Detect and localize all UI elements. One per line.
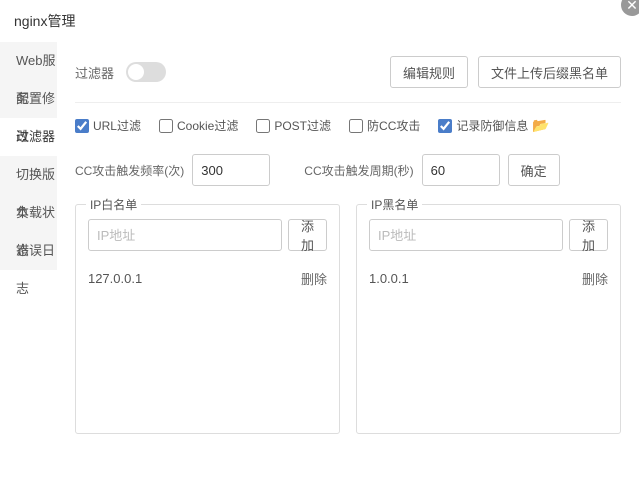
check-url-input[interactable] (75, 119, 89, 133)
check-cookie[interactable]: Cookie过滤 (159, 117, 238, 134)
check-log[interactable]: 记录防御信息 📂 (438, 117, 549, 134)
blacklist-panel: IP黑名单 添加 1.0.0.1 删除 (356, 204, 621, 434)
upload-blacklist-button[interactable]: 文件上传后缀黑名单 (478, 56, 621, 88)
whitelist-ip-value: 127.0.0.1 (88, 271, 142, 286)
sidebar-item-web[interactable]: Web服务 (0, 42, 57, 80)
list-item: 127.0.0.1 删除 (88, 261, 327, 295)
check-url-label: URL过滤 (93, 117, 141, 134)
blacklist-ip-value: 1.0.0.1 (369, 271, 409, 286)
sidebar-item-errorlog[interactable]: 错误日志 (0, 232, 57, 270)
edit-rules-button[interactable]: 编辑规则 (390, 56, 468, 88)
whitelist-title: IP白名单 (86, 196, 141, 213)
whitelist-delete-button[interactable]: 删除 (301, 269, 327, 288)
cc-freq-label: CC攻击触发频率(次) (75, 162, 184, 179)
main-panel: 过滤器 编辑规则 文件上传后缀黑名单 URL过滤 Cookie过滤 (57, 42, 639, 500)
check-log-input[interactable] (438, 119, 452, 133)
whitelist-panel: IP白名单 添加 127.0.0.1 删除 (75, 204, 340, 434)
check-cookie-input[interactable] (159, 119, 173, 133)
close-icon[interactable]: ✕ (621, 0, 639, 16)
filter-label: 过滤器 (75, 63, 114, 82)
blacklist-title: IP黑名单 (367, 196, 422, 213)
cc-freq-input[interactable] (192, 154, 270, 186)
check-post-input[interactable] (256, 119, 270, 133)
check-cc-input[interactable] (349, 119, 363, 133)
check-url[interactable]: URL过滤 (75, 117, 141, 134)
check-cc-label: 防CC攻击 (367, 117, 420, 134)
sidebar: Web服务 配置修改 过滤器 切换版本 负载状态 错误日志 (0, 42, 57, 500)
sidebar-item-load[interactable]: 负载状态 (0, 194, 57, 232)
whitelist-ip-input[interactable] (88, 219, 282, 251)
folder-icon[interactable]: 📂 (532, 117, 549, 134)
whitelist-add-button[interactable]: 添加 (288, 219, 327, 251)
cc-confirm-button[interactable]: 确定 (508, 154, 560, 186)
cc-period-label: CC攻击触发周期(秒) (304, 162, 413, 179)
blacklist-ip-input[interactable] (369, 219, 563, 251)
check-log-label: 记录防御信息 (456, 117, 528, 134)
list-item: 1.0.0.1 删除 (369, 261, 608, 295)
check-post[interactable]: POST过滤 (256, 117, 331, 134)
titlebar: nginx管理 ✕ (0, 0, 639, 42)
sidebar-item-filter[interactable]: 过滤器 (0, 118, 57, 156)
check-cc[interactable]: 防CC攻击 (349, 117, 420, 134)
blacklist-add-button[interactable]: 添加 (569, 219, 608, 251)
check-post-label: POST过滤 (274, 117, 331, 134)
blacklist-delete-button[interactable]: 删除 (582, 269, 608, 288)
sidebar-item-config[interactable]: 配置修改 (0, 80, 57, 118)
sidebar-item-version[interactable]: 切换版本 (0, 156, 57, 194)
cc-period-input[interactable] (422, 154, 500, 186)
filter-toggle[interactable] (126, 62, 166, 82)
check-cookie-label: Cookie过滤 (177, 117, 238, 134)
app-title: nginx管理 (14, 11, 75, 31)
